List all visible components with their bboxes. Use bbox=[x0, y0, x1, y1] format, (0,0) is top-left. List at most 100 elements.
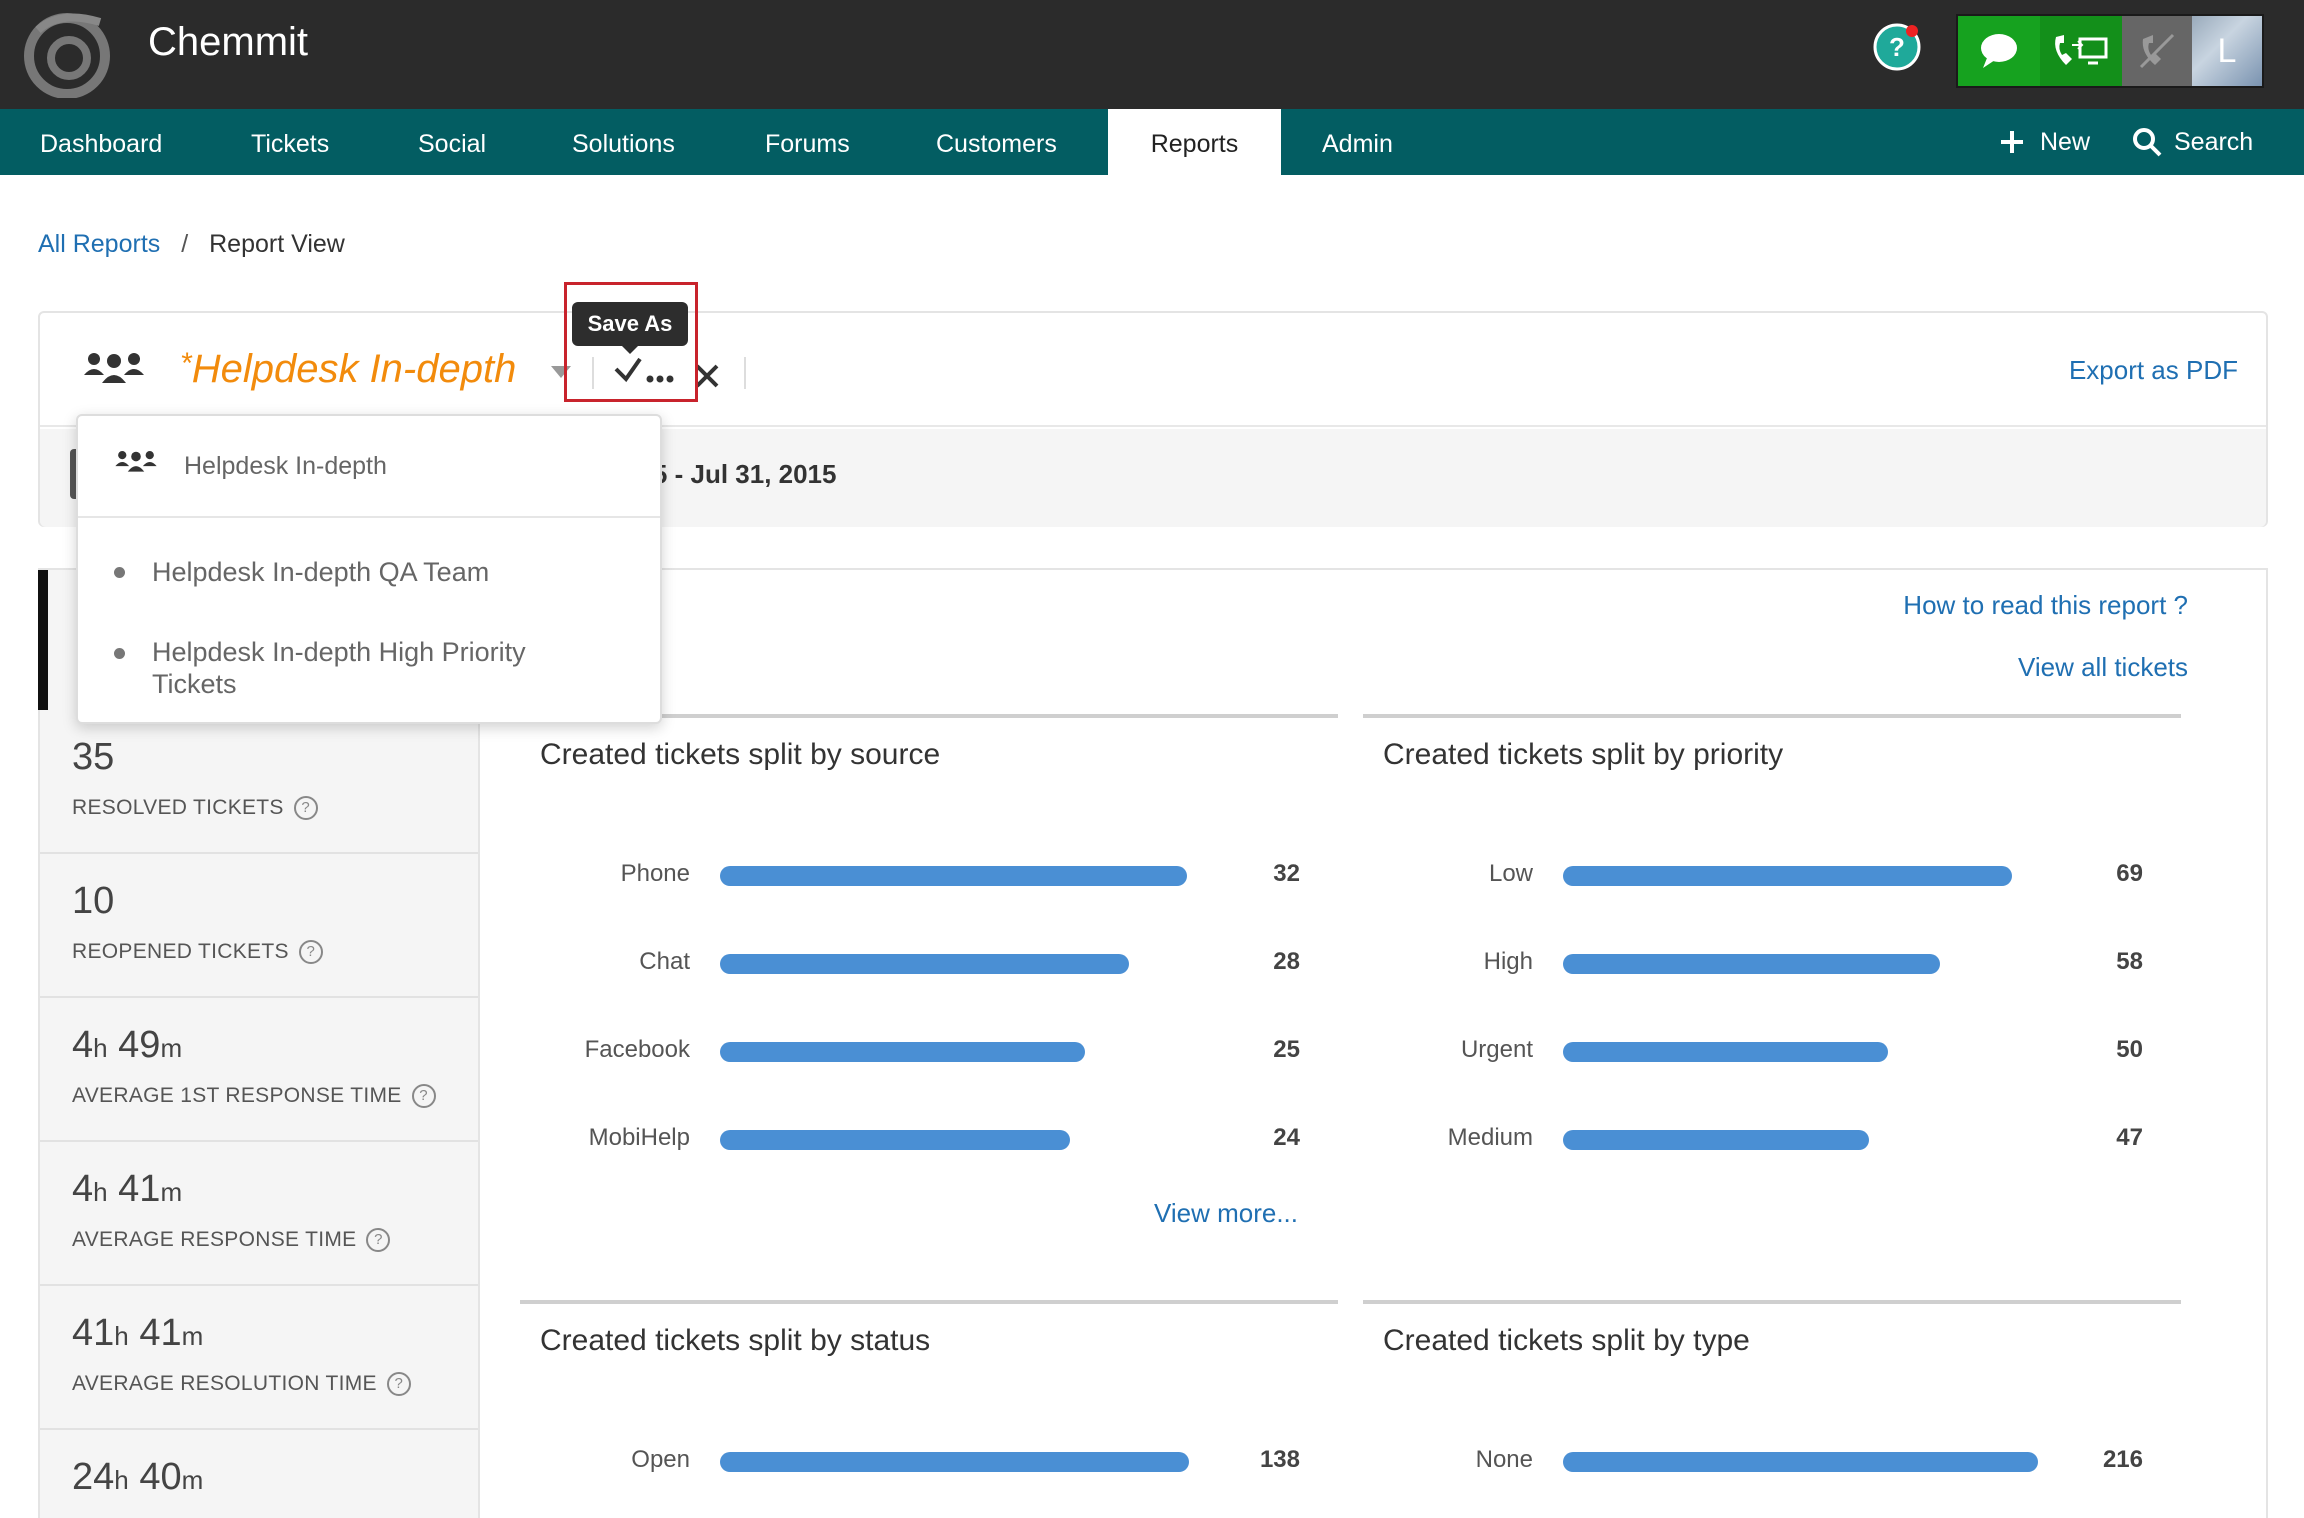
nav-tickets[interactable]: Tickets bbox=[251, 109, 329, 175]
info-icon[interactable]: ? bbox=[298, 940, 323, 964]
bar-value: 25 bbox=[1273, 1036, 1300, 1063]
bar[interactable] bbox=[1563, 1452, 2038, 1472]
bar[interactable] bbox=[720, 1130, 1070, 1150]
bar-row[interactable]: Facebook 25 bbox=[520, 1030, 1338, 1070]
view-more-link[interactable]: View more... bbox=[1154, 1198, 1298, 1229]
nav-customers[interactable]: Customers bbox=[936, 109, 1057, 175]
metric-value: 35 bbox=[72, 736, 115, 778]
bar[interactable] bbox=[720, 1452, 1189, 1472]
metric-hours: 41 bbox=[72, 1312, 115, 1354]
bar[interactable] bbox=[1563, 1042, 1888, 1062]
bar-row[interactable]: High 58 bbox=[1363, 942, 2181, 982]
nav-reports[interactable]: Reports bbox=[1108, 109, 1281, 175]
bar[interactable] bbox=[720, 1042, 1085, 1062]
bar-track bbox=[1563, 1130, 1869, 1150]
group-users-icon bbox=[84, 353, 144, 383]
info-icon[interactable]: ? bbox=[411, 1084, 436, 1108]
metric-value: 41h 41m bbox=[72, 1312, 203, 1355]
metric-avg-time[interactable]: 24h 40m bbox=[40, 1430, 478, 1518]
bar-track bbox=[720, 866, 1187, 886]
metric-minutes: 41 bbox=[118, 1168, 161, 1210]
bar[interactable] bbox=[1563, 954, 1940, 974]
metric-resolved-tickets[interactable]: 35 RESOLVED TICKETS ? bbox=[40, 710, 478, 854]
bar-row[interactable]: Chat 28 bbox=[520, 942, 1338, 982]
dropdown-header[interactable]: Helpdesk In-depth bbox=[78, 416, 660, 518]
metric-avg-first-response[interactable]: 4h 49m AVERAGE 1ST RESPONSE TIME ? bbox=[40, 998, 478, 1142]
bar-row[interactable]: Medium 47 bbox=[1363, 1118, 2181, 1158]
phone-muted-icon bbox=[2139, 33, 2175, 69]
bar[interactable] bbox=[720, 954, 1129, 974]
top-header: Chemmit ? L bbox=[0, 0, 2304, 109]
bar-track bbox=[720, 954, 1129, 974]
nav-forums[interactable]: Forums bbox=[765, 109, 850, 175]
metric-avg-response[interactable]: 4h 41m AVERAGE RESPONSE TIME ? bbox=[40, 1142, 478, 1286]
bar-value: 47 bbox=[2116, 1124, 2143, 1151]
bar-label: Urgent bbox=[1460, 1036, 1533, 1063]
selected-metric-indicator bbox=[38, 570, 48, 710]
bar-value: 138 bbox=[1259, 1446, 1300, 1473]
chart-title: Created tickets split by priority bbox=[1383, 738, 1784, 771]
phone-button[interactable] bbox=[2040, 16, 2122, 86]
nav-solutions[interactable]: Solutions bbox=[572, 109, 675, 175]
nav-admin[interactable]: Admin bbox=[1322, 109, 1393, 175]
unit-hours: h bbox=[114, 1321, 129, 1351]
report-title[interactable]: *Helpdesk In-depth bbox=[180, 347, 516, 392]
bar-label: Facebook bbox=[584, 1036, 690, 1063]
info-icon[interactable]: ? bbox=[293, 796, 318, 820]
metric-label: AVERAGE RESPONSE TIME bbox=[72, 1228, 357, 1251]
svg-text:?: ? bbox=[1889, 32, 1905, 62]
unit-hours: h bbox=[93, 1033, 108, 1063]
app-title: Chemmit bbox=[148, 20, 309, 64]
new-button[interactable]: New bbox=[2000, 109, 2090, 175]
chemmit-logo-icon[interactable] bbox=[20, 10, 114, 98]
metric-label: RESOLVED TICKETS bbox=[72, 796, 284, 819]
search-icon bbox=[2133, 128, 2162, 157]
chat-bubble-icon bbox=[1981, 34, 2017, 68]
bullet-icon bbox=[114, 567, 125, 578]
mute-button[interactable] bbox=[2122, 16, 2192, 86]
unit-minutes: m bbox=[181, 1465, 204, 1495]
dropdown-item-qa-team[interactable]: Helpdesk In-depth QA Team bbox=[152, 556, 612, 588]
nav-social[interactable]: Social bbox=[418, 109, 486, 175]
search-button[interactable]: Search bbox=[2132, 109, 2253, 175]
bar-row[interactable]: Open 138 bbox=[520, 1440, 1338, 1480]
bar-track bbox=[1563, 866, 2012, 886]
bar-row[interactable]: MobiHelp 24 bbox=[520, 1118, 1338, 1158]
bar-label: High bbox=[1483, 948, 1533, 975]
bar-value: 69 bbox=[2116, 860, 2143, 887]
bar-row[interactable]: None 216 bbox=[1363, 1440, 2181, 1480]
phone-transfer-icon bbox=[2055, 35, 2108, 65]
metric-minutes: 49 bbox=[118, 1024, 161, 1066]
export-pdf-link[interactable]: Export as PDF bbox=[2069, 355, 2238, 386]
bar[interactable] bbox=[720, 866, 1187, 886]
info-icon[interactable]: ? bbox=[386, 1372, 411, 1396]
how-to-read-link[interactable]: How to read this report ? bbox=[1903, 590, 2188, 621]
bar-row[interactable]: Phone 32 bbox=[520, 854, 1338, 894]
bar-value: 58 bbox=[2116, 948, 2143, 975]
breadcrumb-all-reports[interactable]: All Reports bbox=[38, 230, 160, 258]
bar-label: Chat bbox=[639, 948, 690, 975]
user-avatar[interactable]: L bbox=[2192, 16, 2262, 86]
bar-label: Phone bbox=[620, 860, 690, 887]
bar[interactable] bbox=[1563, 1130, 1869, 1150]
bar-track bbox=[720, 1042, 1085, 1062]
info-icon[interactable]: ? bbox=[366, 1228, 391, 1252]
dropdown-item-high-priority[interactable]: Helpdesk In-depth High Priority Tickets bbox=[152, 636, 612, 700]
metric-avg-resolution[interactable]: 41h 41m AVERAGE RESOLUTION TIME ? bbox=[40, 1286, 478, 1430]
metric-hours: 4 bbox=[72, 1024, 94, 1066]
nav-dashboard[interactable]: Dashboard bbox=[40, 109, 162, 175]
metric-hours: 24 bbox=[72, 1456, 115, 1498]
unit-minutes: m bbox=[181, 1321, 204, 1351]
bar[interactable] bbox=[1563, 866, 2012, 886]
metric-label-row: REOPENED TICKETS ? bbox=[72, 940, 323, 964]
help-icon[interactable]: ? bbox=[1872, 22, 1922, 72]
view-all-tickets-link[interactable]: View all tickets bbox=[2018, 652, 2188, 683]
metric-reopened-tickets[interactable]: 10 REOPENED TICKETS ? bbox=[40, 854, 478, 998]
bar-row[interactable]: Urgent 50 bbox=[1363, 1030, 2181, 1070]
bar-row[interactable]: Low 69 bbox=[1363, 854, 2181, 894]
metric-label: AVERAGE RESOLUTION TIME bbox=[72, 1372, 377, 1395]
metric-hours: 4 bbox=[72, 1168, 94, 1210]
bar-label: MobiHelp bbox=[588, 1124, 690, 1151]
chat-button[interactable] bbox=[1958, 16, 2040, 86]
bar-value: 32 bbox=[1273, 860, 1300, 887]
